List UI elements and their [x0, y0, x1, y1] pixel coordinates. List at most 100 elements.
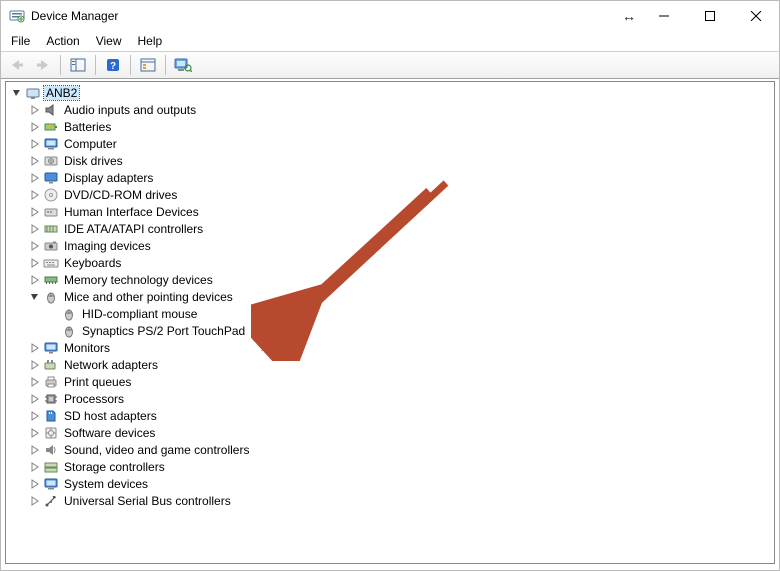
tree-item-label[interactable]: Audio inputs and outputs: [62, 103, 198, 117]
maximize-button[interactable]: [687, 1, 733, 31]
tree-item-label[interactable]: Batteries: [62, 120, 113, 134]
tree-item-label[interactable]: ANB2: [44, 86, 79, 100]
menu-view[interactable]: View: [88, 32, 130, 50]
tree-category[interactable]: Human Interface Devices: [6, 203, 774, 220]
expand-icon[interactable]: [28, 239, 42, 253]
menu-action[interactable]: Action: [38, 32, 87, 50]
menu-help[interactable]: Help: [130, 32, 171, 50]
expand-icon[interactable]: [28, 171, 42, 185]
battery-icon: [43, 119, 59, 135]
scan-hardware-button[interactable]: [171, 54, 195, 76]
tree-item-label[interactable]: Processors: [62, 392, 126, 406]
close-button[interactable]: [733, 1, 779, 31]
tree-item-label[interactable]: Imaging devices: [62, 239, 153, 253]
tree-device[interactable]: HID-compliant mouse: [6, 305, 774, 322]
tree-category[interactable]: Disk drives: [6, 152, 774, 169]
expand-icon[interactable]: [28, 392, 42, 406]
tree-category[interactable]: Computer: [6, 135, 774, 152]
tree-category[interactable]: Network adapters: [6, 356, 774, 373]
expand-icon[interactable]: [28, 494, 42, 508]
tree-category[interactable]: Print queues: [6, 373, 774, 390]
tree-item-label[interactable]: Universal Serial Bus controllers: [62, 494, 233, 508]
device-tree[interactable]: ANB2 Audio inputs and outputs Batteries Com…: [5, 81, 775, 564]
tree-item-label[interactable]: Display adapters: [62, 171, 155, 185]
tree-item-label[interactable]: System devices: [62, 477, 150, 491]
expand-icon[interactable]: [28, 477, 42, 491]
tree-category[interactable]: Keyboards: [6, 254, 774, 271]
sound-icon: [43, 442, 59, 458]
tree-root[interactable]: ANB2: [6, 84, 774, 101]
tree-category[interactable]: Software devices: [6, 424, 774, 441]
tree-item-label[interactable]: Network adapters: [62, 358, 160, 372]
window-title: Device Manager: [31, 9, 617, 23]
keyboard-icon: [43, 255, 59, 271]
tree-category[interactable]: DVD/CD-ROM drives: [6, 186, 774, 203]
expand-icon[interactable]: [28, 460, 42, 474]
expand-icon[interactable]: [28, 256, 42, 270]
help-button[interactable]: ?: [101, 54, 125, 76]
show-hide-tree-button[interactable]: [66, 54, 90, 76]
mouse-icon: [43, 289, 59, 305]
collapse-icon[interactable]: [10, 86, 24, 100]
tree-category[interactable]: Processors: [6, 390, 774, 407]
computer-icon: [43, 136, 59, 152]
tree-device[interactable]: Synaptics PS/2 Port TouchPad: [6, 322, 774, 339]
expand-icon[interactable]: [28, 443, 42, 457]
tree-item-label[interactable]: Monitors: [62, 341, 112, 355]
tree-item-label[interactable]: HID-compliant mouse: [80, 307, 199, 321]
tree-category[interactable]: System devices: [6, 475, 774, 492]
tree-category[interactable]: Universal Serial Bus controllers: [6, 492, 774, 509]
display-icon: [43, 170, 59, 186]
properties-button[interactable]: [136, 54, 160, 76]
tree-category[interactable]: Sound, video and game controllers: [6, 441, 774, 458]
expand-icon[interactable]: [28, 273, 42, 287]
tree-item-label[interactable]: Mice and other pointing devices: [62, 290, 235, 304]
tree-item-label[interactable]: Keyboards: [62, 256, 123, 270]
expand-icon[interactable]: [28, 222, 42, 236]
menu-file[interactable]: File: [3, 32, 38, 50]
tree-category[interactable]: Storage controllers: [6, 458, 774, 475]
expand-icon[interactable]: [28, 205, 42, 219]
tree-category[interactable]: IDE ATA/ATAPI controllers: [6, 220, 774, 237]
tree-item-label[interactable]: Sound, video and game controllers: [62, 443, 251, 457]
tree-item-label[interactable]: Print queues: [62, 375, 133, 389]
tree-category[interactable]: SD host adapters: [6, 407, 774, 424]
tree-category[interactable]: Batteries: [6, 118, 774, 135]
expand-icon[interactable]: [28, 409, 42, 423]
collapse-icon[interactable]: [28, 290, 42, 304]
forward-button[interactable]: [31, 54, 55, 76]
tree-item-label[interactable]: SD host adapters: [62, 409, 159, 423]
tree-item-label[interactable]: Storage controllers: [62, 460, 167, 474]
toolbar-separator: [130, 55, 131, 75]
tree-item-label[interactable]: DVD/CD-ROM drives: [62, 188, 179, 202]
tree-item-label[interactable]: Computer: [62, 137, 119, 151]
mouse-icon: [61, 323, 77, 339]
usb-icon: [43, 493, 59, 509]
tree-category[interactable]: Monitors: [6, 339, 774, 356]
printer-icon: [43, 374, 59, 390]
expand-icon[interactable]: [28, 426, 42, 440]
tree-item-label[interactable]: Synaptics PS/2 Port TouchPad: [80, 324, 247, 338]
tree-item-label[interactable]: Disk drives: [62, 154, 125, 168]
expand-icon[interactable]: [28, 103, 42, 117]
tree-item-label[interactable]: Human Interface Devices: [62, 205, 201, 219]
tree-category[interactable]: Audio inputs and outputs: [6, 101, 774, 118]
tree-item-label[interactable]: Memory technology devices: [62, 273, 215, 287]
tree-item-label[interactable]: IDE ATA/ATAPI controllers: [62, 222, 205, 236]
minimize-button[interactable]: [641, 1, 687, 31]
expand-icon[interactable]: [28, 188, 42, 202]
expand-icon[interactable]: [28, 137, 42, 151]
expand-icon[interactable]: [28, 358, 42, 372]
back-button[interactable]: [5, 54, 29, 76]
expand-icon[interactable]: [28, 341, 42, 355]
expand-icon[interactable]: [28, 154, 42, 168]
monitor-icon: [43, 340, 59, 356]
expand-icon[interactable]: [28, 375, 42, 389]
tree-category[interactable]: Imaging devices: [6, 237, 774, 254]
expand-icon[interactable]: [28, 120, 42, 134]
tree-category[interactable]: Memory technology devices: [6, 271, 774, 288]
tree-category[interactable]: Mice and other pointing devices: [6, 288, 774, 305]
tree-category[interactable]: Display adapters: [6, 169, 774, 186]
toolbar: ?: [1, 51, 779, 79]
tree-item-label[interactable]: Software devices: [62, 426, 157, 440]
